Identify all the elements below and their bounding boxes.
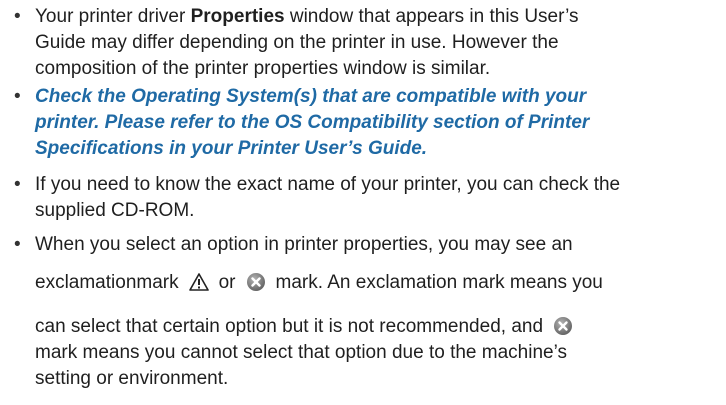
item-1-text-post: window that appears in this User’s xyxy=(284,6,579,27)
item-4-line-2-a: exclamationmark xyxy=(35,272,179,293)
item-1-line-3: composition of the printer properties wi… xyxy=(35,58,491,79)
item-2-line-3: Specifications in your Printer User’s Gu… xyxy=(35,138,428,159)
item-4-line-2-c: mark. An exclamation mark means you xyxy=(275,272,603,293)
item-2-line-2: printer. Please refer to the OS Compatib… xyxy=(35,112,590,133)
bullet-marker: • xyxy=(14,6,21,27)
item-4-line-1: When you select an option in printer pro… xyxy=(35,234,573,255)
item-4-line-2-b: or xyxy=(218,272,236,293)
item-1-text-pre: Your printer driver xyxy=(35,6,191,27)
item-1-line-1: Your printer driver Properties window th… xyxy=(35,4,579,30)
bullet-marker: • xyxy=(14,234,21,255)
x-circle-icon xyxy=(553,316,573,336)
bullet-marker: • xyxy=(14,174,21,195)
item-1-line-2: Guide may differ depending on the printe… xyxy=(35,32,559,53)
exclamation-warning-icon xyxy=(188,272,209,292)
item-4-line-4: mark means you cannot select that option… xyxy=(35,342,567,363)
document-page: • Your printer driver Properties window … xyxy=(0,0,726,405)
bullet-marker: • xyxy=(14,86,21,107)
x-circle-icon xyxy=(246,272,266,292)
properties-term: Properties xyxy=(190,6,285,27)
item-3-line-1: If you need to know the exact name of yo… xyxy=(35,174,621,195)
item-3-line-2: supplied CD-ROM. xyxy=(35,200,195,221)
item-4-line-3-a: can select that certain option but it is… xyxy=(35,316,544,337)
item-2-line-1: Check the Operating System(s) that are c… xyxy=(35,86,587,107)
item-4-line-3: can select that certain option but it is… xyxy=(35,314,583,340)
item-4-line-5: setting or environment. xyxy=(35,368,229,389)
item-4-line-2: exclamationmark or mark. An exclamation … xyxy=(35,270,603,296)
